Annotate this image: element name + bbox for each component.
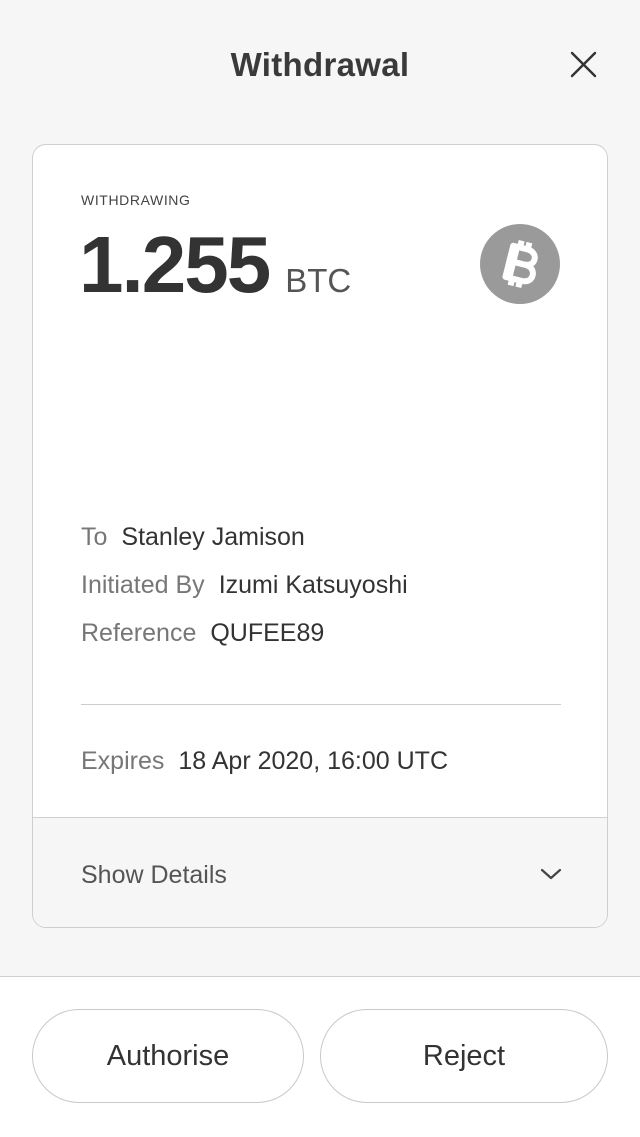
to-label: To	[81, 523, 108, 551]
chevron-down-icon	[540, 868, 562, 880]
close-icon	[570, 51, 597, 78]
initiated-by-row: Initiated By Izumi Katsuyoshi	[81, 571, 408, 600]
reference-label: Reference	[81, 619, 197, 647]
expires-label: Expires	[81, 747, 165, 775]
show-details-label: Show Details	[81, 861, 227, 889]
currency-unit: BTC	[285, 262, 352, 299]
reference-row: Reference QUFEE89	[81, 619, 324, 648]
to-row: To Stanley Jamison	[81, 523, 305, 552]
authorise-button[interactable]: Authorise	[32, 1009, 304, 1103]
bitcoin-icon	[480, 224, 560, 304]
withdrawal-amount: 1.255	[79, 220, 271, 309]
initiated-by-label: Initiated By	[81, 571, 205, 599]
expires-row: Expires 18 Apr 2020, 16:00 UTC	[81, 747, 448, 776]
initiated-by-value: Izumi Katsuyoshi	[218, 571, 408, 599]
withdrawal-card: WITHDRAWING 1.255 BTC To Stanley Jamison I…	[32, 144, 608, 928]
amount-row: 1.255 BTC	[79, 225, 351, 305]
divider	[81, 704, 561, 705]
to-value: Stanley Jamison	[121, 523, 305, 551]
header: Withdrawal	[0, 0, 640, 130]
expires-value: 18 Apr 2020, 16:00 UTC	[178, 747, 448, 775]
action-footer: Authorise Reject	[0, 976, 640, 1137]
reference-value: QUFEE89	[210, 619, 325, 647]
withdrawing-label: WITHDRAWING	[81, 192, 191, 208]
reject-button[interactable]: Reject	[320, 1009, 608, 1103]
page-title: Withdrawal	[230, 46, 410, 83]
show-details-toggle[interactable]: Show Details	[33, 817, 607, 927]
close-button[interactable]	[562, 44, 606, 88]
